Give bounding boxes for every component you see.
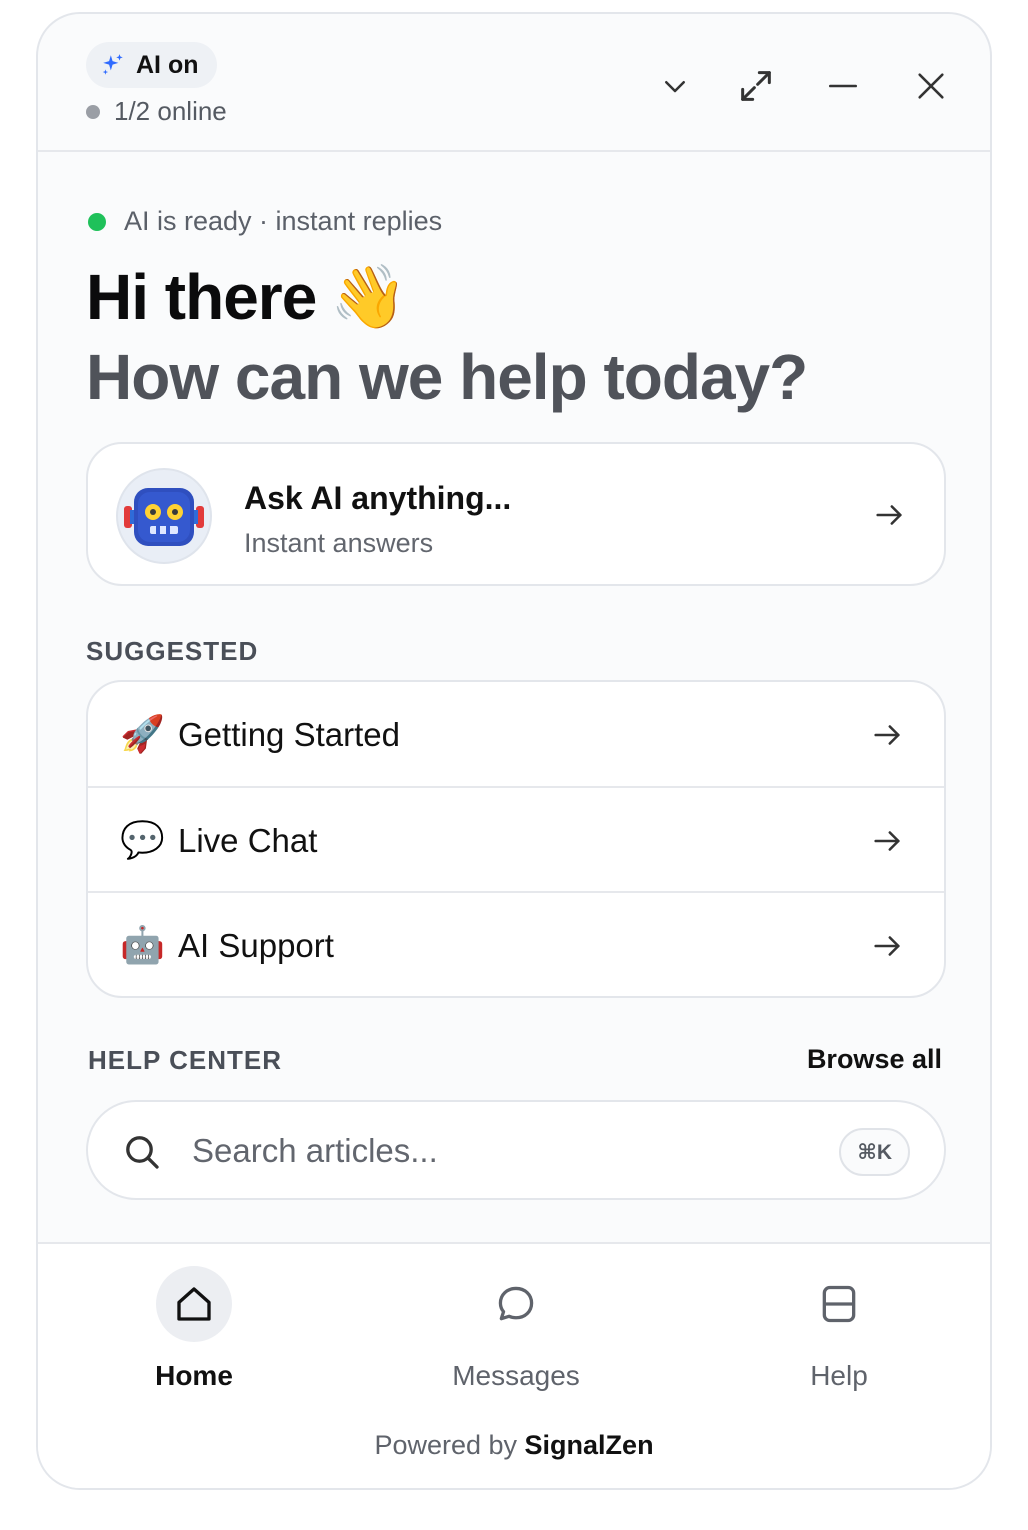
shortcut-badge: ⌘K xyxy=(839,1128,910,1176)
messages-icon-wrap xyxy=(478,1266,554,1342)
close-button[interactable] xyxy=(907,62,955,110)
ask-ai-card[interactable]: Ask AI anything... Instant answers xyxy=(86,442,946,586)
search-icon xyxy=(126,1136,159,1169)
rocket-icon: 🚀 xyxy=(120,713,165,754)
ask-ai-title: Ask AI anything... xyxy=(244,480,512,516)
suggested-item-getting-started[interactable]: 🚀 Getting Started xyxy=(88,682,944,787)
bottom-nav: Home Messages Help Powered by SignalZen xyxy=(38,1242,990,1488)
browse-all-link[interactable]: Browse all xyxy=(807,1044,942,1075)
robot-icon xyxy=(124,488,204,546)
greeting-title: Hi there 👋 xyxy=(86,260,407,334)
close-icon xyxy=(918,73,944,99)
help-book-icon xyxy=(822,1285,856,1323)
online-status: 1/2 online xyxy=(86,96,227,127)
nav-label-help: Help xyxy=(810,1360,868,1391)
suggested-item-label: Getting Started xyxy=(178,716,400,753)
wave-emoji-icon: 👋 xyxy=(330,262,407,332)
help-icon-wrap xyxy=(801,1266,877,1342)
nav-item-home[interactable]: Home xyxy=(94,1266,294,1392)
arrow-right-icon xyxy=(874,831,900,851)
robot-face-icon: 🤖 xyxy=(120,924,165,965)
arrow-right-icon xyxy=(874,936,900,956)
nav-label-home: Home xyxy=(155,1360,233,1391)
powered-by: Powered by SignalZen xyxy=(38,1430,990,1461)
greeting-title-text: Hi there xyxy=(86,261,317,333)
support-widget: AI on 1/2 online AI is ready · instant r… xyxy=(36,12,992,1490)
search-input[interactable] xyxy=(192,1126,812,1176)
collapse-button[interactable] xyxy=(651,62,699,110)
ready-dot xyxy=(88,212,106,231)
minus-icon xyxy=(828,84,858,88)
ai-status-badge[interactable]: AI on xyxy=(86,42,217,88)
article-search: ⌘K xyxy=(86,1100,946,1200)
greeting-subtitle: How can we help today? xyxy=(86,341,808,413)
suggested-list: 🚀 Getting Started 💬 Live Chat 🤖 AI Suppo… xyxy=(86,680,946,998)
suggested-item-ai-support[interactable]: 🤖 AI Support xyxy=(88,891,944,996)
nav-label-messages: Messages xyxy=(452,1360,580,1391)
powered-by-prefix: Powered by xyxy=(374,1430,518,1460)
suggested-item-live-chat[interactable]: 💬 Live Chat xyxy=(88,786,944,891)
nav-item-help[interactable]: Help xyxy=(739,1266,939,1392)
suggested-item-label: AI Support xyxy=(178,927,334,964)
arrow-right-icon xyxy=(876,505,902,525)
widget-header: AI on 1/2 online xyxy=(38,14,990,152)
expand-icon xyxy=(741,71,771,101)
chat-bubble-icon xyxy=(498,1286,534,1321)
home-icon xyxy=(177,1287,211,1321)
suggested-label: SUGGESTED xyxy=(86,636,259,666)
online-status-text: 1/2 online xyxy=(114,96,227,126)
minimize-button[interactable] xyxy=(819,62,867,110)
chevron-down-icon xyxy=(665,81,685,93)
robot-avatar xyxy=(116,468,212,564)
online-dot xyxy=(86,104,100,119)
sparkle-icon xyxy=(102,54,123,75)
ai-ready-status: AI is ready · instant replies xyxy=(88,206,442,237)
help-center-label: HELP CENTER xyxy=(88,1045,282,1075)
speech-bubble-icon: 💬 xyxy=(120,819,165,860)
ready-status-text: AI is ready · instant replies xyxy=(124,206,443,236)
arrow-right-icon xyxy=(874,725,900,745)
ask-ai-subtitle: Instant answers xyxy=(244,528,434,558)
expand-button[interactable] xyxy=(732,62,780,110)
suggested-item-label: Live Chat xyxy=(178,822,318,859)
nav-item-messages[interactable]: Messages xyxy=(416,1266,616,1392)
home-icon-wrap xyxy=(156,1266,232,1342)
ai-badge-label: AI on xyxy=(136,50,199,79)
brand-name[interactable]: SignalZen xyxy=(525,1430,654,1460)
